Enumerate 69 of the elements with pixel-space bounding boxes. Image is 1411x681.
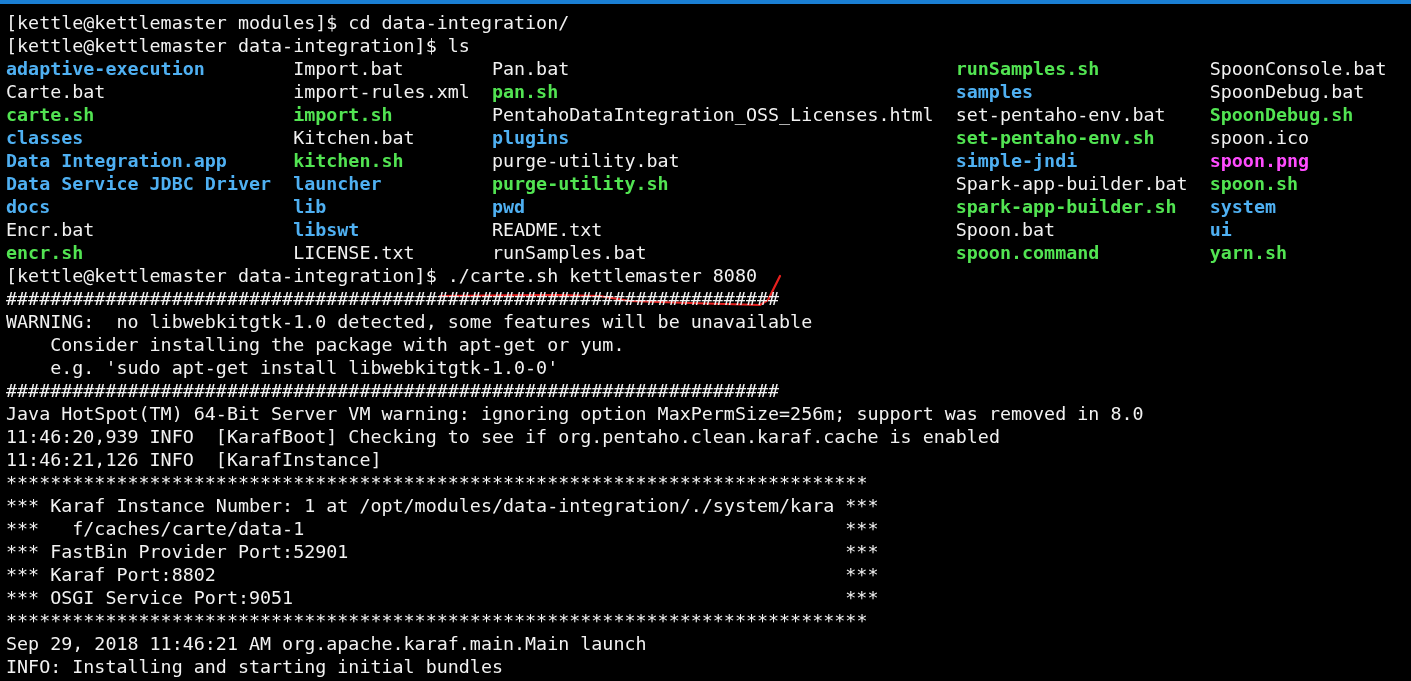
terminal-line: 11:46:21,126 INFO [KarafInstance] — [6, 448, 382, 471]
file-name: kitchen.sh — [293, 149, 404, 172]
file-name: yarn.sh — [1209, 241, 1288, 264]
box-border-text: *** — [845, 494, 879, 517]
terminal-line: [kettle@kettlemaster data-integration]$ ./carte.sh kettlemaster 8080 — [6, 264, 757, 287]
file-name: spark-app-builder.sh — [955, 195, 1177, 218]
terminal-line: [kettle@kettlemaster data-integration]$ ls — [6, 34, 470, 57]
terminal-line: *** OSGI Service Port:9051 — [6, 586, 294, 609]
file-name: system — [1209, 195, 1276, 218]
file-name: import-rules.xml — [293, 80, 470, 103]
file-name: spoon.command — [955, 241, 1100, 264]
file-name: docs — [6, 195, 51, 218]
terminal-line: ****************************************************************************** — [6, 609, 868, 632]
terminal-line: ###################################################################### — [6, 379, 780, 402]
terminal-line: *** FastBin Provider Port:52901 — [6, 540, 349, 563]
file-name: SpoonConsole.bat — [1209, 57, 1387, 80]
file-name: runSamples.sh — [955, 57, 1100, 80]
terminal-line: [kettle@kettlemaster modules]$ cd data-integration/ — [6, 11, 570, 34]
terminal-line: e.g. 'sudo apt-get install libwebkitgtk-1.0-0' — [49, 356, 559, 379]
file-name: classes — [6, 126, 84, 149]
box-border-text: *** — [845, 540, 879, 563]
file-name: Import.bat — [293, 57, 404, 80]
file-name: encr.sh — [6, 241, 84, 264]
terminal-line: WARNING: no libwebkitgtk-1.0 detected, some features will be unavailable — [6, 310, 813, 333]
file-name: Data Service JDBC Driver — [6, 172, 272, 195]
terminal-line: ****************************************************************************** — [6, 471, 868, 494]
box-border-text: *** — [845, 586, 879, 609]
file-name: LICENSE.txt — [293, 241, 415, 264]
file-name: lib — [293, 195, 327, 218]
file-name: launcher — [293, 172, 382, 195]
file-name: set-pentaho-env.sh — [955, 126, 1155, 149]
file-name: Pan.bat — [491, 57, 570, 80]
terminal-line: *** f/caches/carte/data-1 — [6, 517, 305, 540]
file-name: README.txt — [491, 218, 603, 241]
file-name: Kitchen.bat — [293, 126, 415, 149]
terminal-line: *** Karaf Instance Number: 1 at /opt/modules/data-integration/./system/kara — [6, 494, 835, 517]
file-name: runSamples.bat — [491, 241, 647, 264]
file-name: adaptive-execution — [6, 57, 205, 80]
file-name: SpoonDebug.bat — [1209, 80, 1365, 103]
file-name: libswt — [293, 218, 360, 241]
file-name: purge-utility.sh — [491, 172, 669, 195]
file-name: set-pentaho-env.bat — [955, 103, 1166, 126]
file-name: PentahoDataIntegration_OSS_Licenses.html — [491, 103, 934, 126]
file-name: ui — [1209, 218, 1232, 241]
file-name: spoon.ico — [1209, 126, 1310, 149]
file-name: simple-jndi — [955, 149, 1078, 172]
box-border-text: *** — [845, 517, 879, 540]
file-name: Carte.bat — [6, 80, 106, 103]
terminal-line: Java HotSpot(TM) 64-Bit Server VM warning: ignoring option MaxPermSize=256m; support was removed in 8.0 — [6, 402, 1144, 425]
terminal-line: Sep 29, 2018 11:46:21 AM org.apache.karaf.main.Main launch — [6, 632, 647, 655]
terminal-line: INFO: Installing and starting initial bundles — [6, 655, 503, 678]
terminal-line: 11:46:20,939 INFO [KarafBoot] Checking to see if org.pentaho.clean.karaf.cache is enabled — [6, 425, 1000, 448]
box-border-text: *** — [845, 563, 879, 586]
file-name: spoon.sh — [1209, 172, 1299, 195]
file-name: Spark-app-builder.bat — [955, 172, 1188, 195]
file-name: pan.sh — [491, 80, 559, 103]
terminal-line: *** Karaf Port:8802 — [6, 563, 216, 586]
file-name: plugins — [491, 126, 570, 149]
file-name: carte.sh — [6, 103, 95, 126]
terminal-line: Consider installing the package with apt-get or yum. — [49, 333, 625, 356]
file-name: import.sh — [293, 103, 393, 126]
file-name: Encr.bat — [6, 218, 95, 241]
file-name: pwd — [491, 195, 526, 218]
file-name: Spoon.bat — [955, 218, 1056, 241]
file-name: Data Integration.app — [6, 149, 227, 172]
file-name: purge-utility.bat — [491, 149, 680, 172]
file-name: spoon.png — [1209, 149, 1310, 172]
file-name: SpoonDebug.sh — [1209, 103, 1354, 126]
file-name: samples — [955, 80, 1034, 103]
